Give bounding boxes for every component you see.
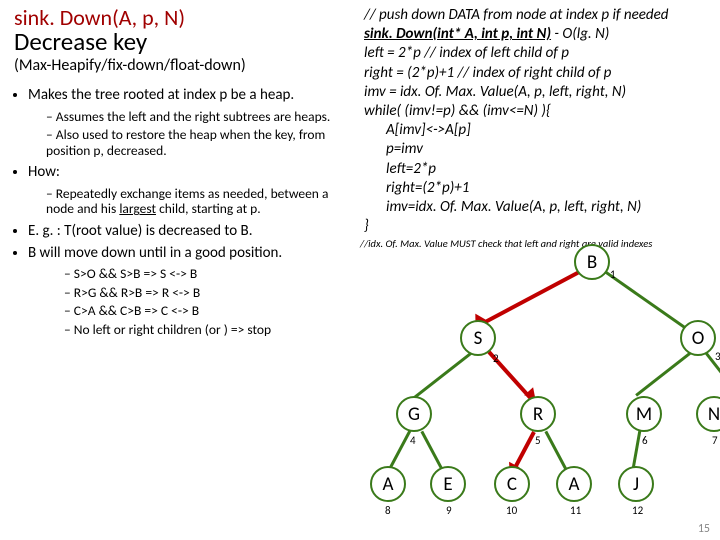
tree-node-index: 5 [535, 434, 541, 447]
code-line: imv=idx. Of. Max. Value(A, p, left, righ… [364, 198, 714, 217]
tree-node-index: 9 [446, 504, 452, 517]
bullet-4-sub-4: No left or right children (or ) => stop [64, 322, 350, 338]
bullet-3: E. g. : T(root value) is decreased to B. [28, 223, 350, 241]
bullet-1-sub-2: Also used to restore the heap when the k… [46, 127, 350, 158]
bullet-1: Makes the tree rooted at index p be a he… [28, 87, 350, 158]
page-number: 15 [698, 522, 710, 536]
bullet-1-sub-1: Assumes the left and the right subtrees … [46, 109, 350, 125]
code-line: left = 2*p // index of left child of p [364, 44, 714, 63]
code-line: while( (imv!=p) && (imv<=N) ){ [364, 102, 714, 121]
right-column: // push down DATA from node at index p i… [360, 0, 720, 540]
title-line3: (Max-Heapify/fix-down/float-down) [14, 57, 350, 75]
code-line: A[imv]<->A[p] [364, 121, 714, 140]
code-line: imv = idx. Of. Max. Value(A, p, left, ri… [364, 83, 714, 102]
tree-node-index: 6 [642, 434, 648, 447]
tree-node-index: 8 [385, 504, 391, 517]
tree-node-index: 3 [715, 350, 720, 363]
code-line: } [364, 217, 714, 236]
bullet-2: How: Repeatedly exchange items as needed… [28, 164, 350, 217]
tree-node: M [626, 396, 662, 432]
tree-node: A [370, 466, 406, 502]
tree-node: S [460, 320, 496, 356]
tree-node: A [556, 466, 592, 502]
tree-node: B [574, 244, 610, 280]
tree-node-index: 1 [610, 268, 616, 281]
bullet-list: Makes the tree rooted at index p be a he… [28, 87, 350, 337]
bullet-2-sub-1: Repeatedly exchange items as needed, bet… [46, 186, 350, 217]
tree-node-index: 7 [712, 434, 718, 447]
tree-node: N [696, 396, 720, 432]
code-line: left=2*p [364, 160, 714, 179]
tree-node-index: 12 [632, 504, 643, 517]
left-column: sink. Down(A, p, N) Decrease key (Max-He… [0, 0, 360, 540]
tree-node: O [680, 320, 716, 356]
code-line: right = (2*p)+1 // index of right child … [364, 64, 714, 83]
tree-node: R [520, 396, 556, 432]
tree-edge-red [473, 268, 584, 330]
bullet-4-sub-1: S>O && S>B => S <-> B [64, 266, 350, 282]
bullet-4: B will move down until in a good positio… [28, 245, 350, 338]
tree-node-index: 4 [410, 434, 416, 447]
tree-edge [635, 350, 693, 396]
code-signature: sink. Down(int* A, int p, int N) - O(lg.… [364, 25, 714, 44]
code-line: p=imv [364, 140, 714, 159]
tree-node-index: 2 [493, 352, 499, 365]
pseudocode-block: // push down DATA from node at index p i… [360, 6, 714, 236]
code-comment: // push down DATA from node at index p i… [364, 6, 714, 25]
tree-node: G [396, 396, 432, 432]
tree-edge [410, 350, 475, 401]
bullet-4-sub-2: R>G && R>B => R <-> B [64, 285, 350, 301]
tree-node-index: 11 [570, 504, 581, 517]
tree-node-index: 10 [506, 504, 517, 517]
title-line2: Decrease key [14, 29, 350, 55]
tree-node: E [430, 466, 466, 502]
tree-node: J [618, 466, 654, 502]
heap-tree: B 1 S 2 O 3 G 4 R 5 M 6 N 7 A 8 E 9 C 10… [360, 244, 720, 534]
tree-node: C [494, 466, 530, 502]
code-line: right=(2*p)+1 [364, 179, 714, 198]
bullet-4-sub-3: C>A && C>B => C <-> B [64, 303, 350, 319]
